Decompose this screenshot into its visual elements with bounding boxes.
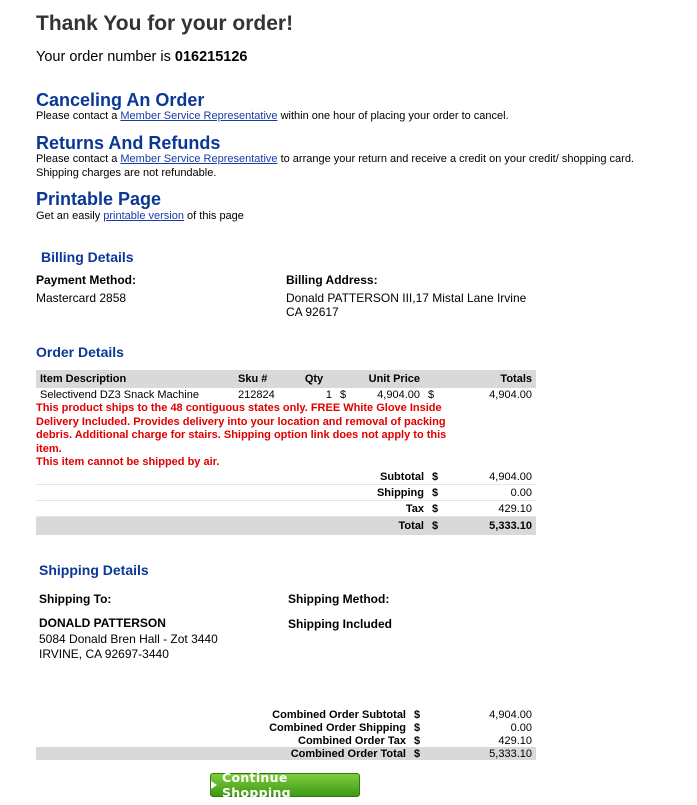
combined-tax-currency: $ (414, 734, 421, 747)
combined-tax-label: Combined Order Tax (298, 734, 406, 747)
printable-pre: Get an easily (36, 210, 104, 222)
payment-method-value: Mastercard 2858 (36, 291, 127, 305)
order-items-table: Item Description Sku # Qty Unit Price To… (36, 370, 536, 402)
canceling-pre: Please contact a (36, 110, 121, 122)
returns-post: to arrange your return and receive a cre… (277, 153, 634, 165)
total-row: Total $ 5,333.10 (36, 516, 536, 535)
printable-version-link[interactable]: printable version (103, 210, 184, 222)
tax-value: 429.10 (450, 500, 536, 517)
item-unit-price: 4,904.00 (377, 389, 420, 401)
combined-shipping-label: Combined Order Shipping (269, 721, 406, 734)
returns-text: Please contact a Member Service Represen… (36, 152, 634, 180)
shipping-method-label: Shipping Method: (288, 592, 390, 606)
returns-msr-link[interactable]: Member Service Representative (120, 153, 277, 165)
order-table-header: Item Description Sku # Qty Unit Price To… (36, 370, 536, 388)
combined-total-label: Combined Order Total (36, 747, 410, 760)
item-total-currency: $ (428, 389, 435, 401)
total-currency: $ (428, 516, 450, 535)
continue-shopping-button[interactable]: Continue Shopping (210, 770, 360, 800)
col-item-description: Item Description (36, 370, 234, 388)
canceling-text: Please contact a Member Service Represen… (36, 109, 509, 123)
shipping-label: Shipping (36, 484, 428, 501)
billing-title: Billing Details (41, 249, 134, 265)
item-description: Selectivend DZ3 Snack Machine (40, 389, 199, 401)
combined-total-row: Combined Order Total $ 5,333.10 (36, 747, 536, 760)
printable-text: Get an easily printable version of this … (36, 209, 244, 223)
col-qty: Qty (292, 370, 336, 388)
item-qty: 1 (325, 389, 332, 401)
total-value: 5,333.10 (450, 516, 536, 535)
page-title: Thank You for your order! (36, 12, 294, 35)
billing-address-value: Donald PATTERSON III,17 Mistal Lane Irvi… (286, 291, 527, 319)
shipping-name: DONALD PATTERSON (39, 616, 166, 630)
item-unit-currency: $ (340, 389, 347, 401)
order-details-title: Order Details (36, 344, 124, 360)
air-shipping-note: This item cannot be shipped by air. (36, 456, 220, 468)
continue-shopping-label: Continue Shopping (222, 770, 291, 800)
col-unit-price: Unit Price (336, 370, 424, 388)
payment-method-label: Payment Method: (36, 273, 137, 287)
printable-title: Printable Page (36, 189, 162, 209)
combined-subtotal-value: 4,904.00 (489, 708, 532, 721)
combined-subtotal-label: Combined Order Subtotal (272, 708, 406, 721)
item-total: 4,904.00 (489, 389, 532, 401)
combined-total-value: 5,333.10 (450, 747, 536, 760)
combined-shipping-value: 0.00 (510, 721, 532, 734)
combined-totals-table: Combined Order Subtotal $ 4,904.00 Combi… (36, 708, 536, 760)
combined-subtotal-row: Combined Order Subtotal $ 4,904.00 (36, 708, 536, 721)
tax-row: Tax $ 429.10 (36, 500, 536, 517)
canceling-title: Canceling An Order (36, 90, 205, 110)
combined-shipping-currency: $ (414, 721, 421, 734)
order-totals-table: Subtotal $ 4,904.00 Shipping $ 0.00 Tax … (36, 469, 536, 535)
subtotal-row: Subtotal $ 4,904.00 (36, 469, 536, 485)
tax-label: Tax (36, 500, 428, 517)
subtotal-value: 4,904.00 (450, 469, 536, 485)
combined-tax-value: 429.10 (498, 734, 532, 747)
item-sku: 212824 (238, 389, 275, 401)
total-label: Total (36, 516, 428, 535)
combined-total-currency: $ (410, 747, 450, 760)
combined-subtotal-currency: $ (414, 708, 421, 721)
returns-pre: Please contact a (36, 153, 121, 165)
combined-tax-row: Combined Order Tax $ 429.10 (36, 734, 536, 747)
shipping-value: 0.00 (450, 484, 536, 501)
tax-currency: $ (428, 500, 450, 517)
play-triangle-icon (211, 781, 217, 789)
shipping-details-title: Shipping Details (39, 562, 149, 578)
subtotal-label: Subtotal (36, 469, 428, 485)
returns-line2: Shipping charges are not refundable. (36, 167, 217, 179)
canceling-post: within one hour of placing your order to… (277, 110, 509, 122)
canceling-msr-link[interactable]: Member Service Representative (120, 110, 277, 122)
order-number-prefix: Your order number is (36, 49, 175, 65)
col-totals: Totals (424, 370, 536, 388)
shipping-restriction-note: This product ships to the 48 contiguous … (36, 402, 447, 455)
billing-address-label: Billing Address: (286, 273, 378, 287)
shipping-address-line1: 5084 Donald Bren Hall - Zot 3440 (39, 632, 218, 646)
printable-post: of this page (183, 210, 244, 222)
order-number: 016215126 (174, 49, 248, 65)
shipping-method-value: Shipping Included (288, 617, 392, 631)
shipping-currency: $ (428, 484, 450, 501)
col-sku: Sku # (234, 370, 292, 388)
combined-shipping-row: Combined Order Shipping $ 0.00 (36, 721, 536, 734)
shipping-to-label: Shipping To: (39, 592, 112, 606)
order-number-line: Your order number is 016215126 (36, 49, 247, 65)
table-row: Selectivend DZ3 Snack Machine 212824 1 $… (36, 388, 536, 402)
subtotal-currency: $ (428, 469, 450, 485)
returns-title: Returns And Refunds (36, 133, 221, 153)
shipping-row: Shipping $ 0.00 (36, 484, 536, 501)
shipping-address-line2: IRVINE, CA 92697-3440 (39, 647, 169, 661)
